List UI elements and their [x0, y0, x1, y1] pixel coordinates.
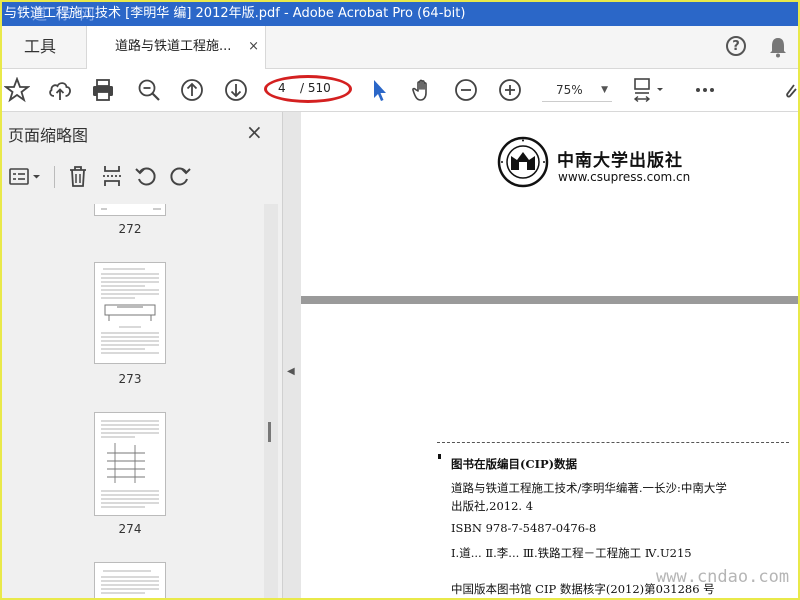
- thumbnail-preview: [101, 268, 159, 354]
- tab-tools[interactable]: 工具: [2, 26, 86, 68]
- rotate-ccw-icon[interactable]: [134, 164, 158, 188]
- close-tab-button[interactable]: ×: [248, 26, 259, 68]
- close-panel-button[interactable]: ×: [246, 120, 263, 144]
- main-toolbar: 4 / 510 75% ▼: [2, 69, 798, 112]
- page-thumbnail[interactable]: [94, 262, 166, 364]
- cip-heading: 图书在版编目(CIP)数据: [451, 457, 578, 471]
- page-down-icon[interactable]: [223, 77, 249, 103]
- total-pages: / 510: [300, 81, 331, 95]
- thumbnail-scrollbar[interactable]: [264, 204, 278, 600]
- thumbnail-label: 274: [118, 522, 142, 536]
- chevron-down-icon: ▼: [601, 85, 608, 95]
- panel-collapse-strip[interactable]: ◀: [283, 112, 301, 600]
- hand-icon[interactable]: [410, 77, 436, 103]
- classification-line: Ⅰ.道... Ⅱ.李... Ⅲ.铁路工程－工程施工 Ⅳ.U215: [451, 546, 692, 560]
- document-view[interactable]: 中南大学出版社 www.csupress.com.cn 图书在版编目(CIP)数…: [301, 112, 798, 600]
- print-icon[interactable]: [90, 77, 116, 103]
- tab-bar: 工具 道路与铁道工程施... × ?: [2, 26, 798, 69]
- pdf-page: 中南大学出版社 www.csupress.com.cn: [301, 112, 798, 296]
- panel-toolbar: [2, 160, 282, 194]
- delete-icon[interactable]: [66, 164, 90, 188]
- more-icon[interactable]: [692, 77, 718, 103]
- site-watermark: www.cndao.com: [656, 567, 790, 587]
- thumbnail-preview: [101, 420, 159, 508]
- thumbnail-preview: [101, 570, 159, 594]
- title-bar: 与铁道工程施工技术 [李明华 编] 2012年版.pdf - Adobe Acr…: [2, 2, 798, 26]
- tab-document[interactable]: 道路与铁道工程施... ×: [86, 26, 266, 69]
- bell-icon[interactable]: [768, 36, 788, 58]
- corner-tick: [438, 454, 441, 459]
- page-separator: [301, 296, 798, 304]
- rotate-cw-icon[interactable]: [168, 164, 192, 188]
- cip-line: 道路与铁道工程施工技术/李明华编著.一长沙:中南大学: [451, 481, 727, 495]
- thumbnails-panel: 页面缩略图 × 272 273 274: [2, 112, 283, 600]
- watermark-overlay: 道 标 网: [32, 5, 97, 23]
- zoom-out-icon[interactable]: [453, 77, 479, 103]
- zoom-in-icon[interactable]: [497, 77, 523, 103]
- page-thumbnail[interactable]: [94, 412, 166, 516]
- press-logo-icon: [497, 136, 549, 188]
- press-url: www.csupress.com.cn: [558, 170, 691, 184]
- star-icon[interactable]: [4, 77, 30, 103]
- isbn-line: ISBN 978-7-5487-0476-8: [451, 521, 597, 535]
- page-navigator[interactable]: 4 / 510: [264, 75, 356, 105]
- thumbnail-preview: [101, 208, 161, 210]
- panel-title: 页面缩略图: [8, 126, 89, 145]
- page-thumbnail[interactable]: [94, 562, 166, 600]
- select-cursor-icon[interactable]: [366, 77, 392, 103]
- thumbnail-label: 273: [118, 372, 142, 386]
- insert-page-icon[interactable]: [100, 164, 124, 188]
- toolbar-divider: [54, 166, 55, 188]
- zoom-out-search-icon[interactable]: [136, 77, 162, 103]
- tab-document-label: 道路与铁道工程施...: [115, 39, 232, 54]
- collapse-arrow-icon[interactable]: ◀: [287, 366, 295, 377]
- fit-page-icon[interactable]: [632, 77, 668, 103]
- thumbnail-label: 272: [118, 222, 142, 236]
- current-page-input[interactable]: 4: [278, 81, 294, 95]
- cloud-upload-icon[interactable]: [47, 77, 73, 103]
- pdf-page: 图书在版编目(CIP)数据 道路与铁道工程施工技术/李明华编著.一长沙:中南大学…: [301, 304, 798, 600]
- scrollbar-grip[interactable]: [268, 422, 271, 442]
- options-menu-icon[interactable]: [8, 166, 44, 188]
- press-name: 中南大学出版社: [557, 151, 683, 171]
- zoom-select[interactable]: 75% ▼: [542, 79, 612, 102]
- help-icon[interactable]: ?: [726, 36, 746, 56]
- dotted-rule: [437, 442, 789, 443]
- thumbnail-list[interactable]: 272 273 274: [2, 204, 264, 600]
- zoom-value: 75%: [556, 83, 583, 97]
- page-up-icon[interactable]: [179, 77, 205, 103]
- cip-line: 出版社,2012. 4: [451, 499, 534, 513]
- page-thumbnail[interactable]: [94, 204, 166, 216]
- sign-icon[interactable]: [784, 77, 798, 103]
